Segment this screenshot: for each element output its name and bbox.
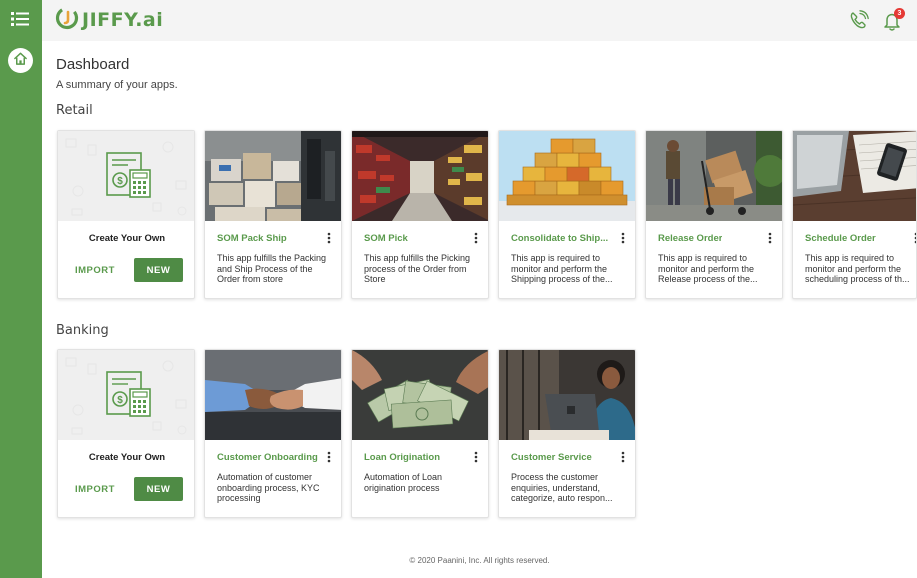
app-title[interactable]: Customer Onboarding xyxy=(217,452,318,463)
app-title[interactable]: SOM Pack Ship xyxy=(217,233,287,244)
app-description: This app is required to monitor and perf… xyxy=(511,253,613,284)
app-title[interactable]: Customer Service xyxy=(511,452,592,463)
calculator-document-icon: $ xyxy=(65,138,187,216)
app-card-som-pick[interactable]: SOM Pick This app fulfills the Picking p… xyxy=(351,130,489,299)
app-card-som-pack-ship[interactable]: SOM Pack Ship This app fulfills the Pack… xyxy=(204,130,342,299)
create-your-own-card-retail: $ Create Your Own IMPORT NEW xyxy=(57,130,195,299)
jiffy-logo[interactable]: JIFFY.ai xyxy=(55,6,163,34)
app-thumbnail-boxes xyxy=(205,131,341,221)
support-phone-icon[interactable] xyxy=(848,9,870,31)
more-options-icon[interactable] xyxy=(472,450,480,464)
home-icon xyxy=(13,51,28,71)
new-app-button[interactable]: NEW xyxy=(134,258,183,282)
left-rail xyxy=(0,0,42,578)
more-options-icon[interactable] xyxy=(472,231,480,245)
import-button[interactable]: IMPORT xyxy=(75,484,115,495)
create-your-own-label: Create Your Own xyxy=(88,452,166,463)
app-thumbnail-delivery xyxy=(646,131,782,221)
page-subtitle: A summary of your apps. xyxy=(56,79,178,91)
create-app-thumbnail: $ xyxy=(58,131,194,221)
menu-list-icon[interactable] xyxy=(11,11,29,27)
app-description: Automation of Loan origination process xyxy=(364,472,443,493)
app-title[interactable]: Release Order xyxy=(658,233,722,244)
create-your-own-label: Create Your Own xyxy=(88,233,166,244)
app-description: This app is required to monitor and perf… xyxy=(805,253,910,284)
more-options-icon[interactable] xyxy=(912,231,916,245)
app-card-consolidate-to-ship[interactable]: Consolidate to Ship... This app is requi… xyxy=(498,130,636,299)
section-title-retail: Retail xyxy=(56,103,93,118)
app-card-customer-service[interactable]: Customer Service Process the customer en… xyxy=(498,349,636,518)
svg-text:$: $ xyxy=(117,176,123,187)
import-button[interactable]: IMPORT xyxy=(75,265,115,276)
more-options-icon[interactable] xyxy=(325,231,333,245)
app-description: Process the customer enquiries, understa… xyxy=(511,472,613,503)
notification-count-badge: 3 xyxy=(894,8,905,19)
app-thumbnail-handshake xyxy=(205,350,341,440)
more-options-icon[interactable] xyxy=(619,450,627,464)
section-title-banking: Banking xyxy=(56,323,109,338)
app-thumbnail-laptop xyxy=(793,131,916,221)
app-title[interactable]: Loan Origination xyxy=(364,452,440,463)
jiffy-logo-mark-icon xyxy=(55,6,79,35)
app-thumbnail-containers xyxy=(499,131,635,221)
more-options-icon[interactable] xyxy=(619,231,627,245)
home-nav-button[interactable] xyxy=(8,48,33,73)
create-your-own-card-banking: $ Create Your Own IMPORT NEW xyxy=(57,349,195,518)
notifications-bell-icon[interactable]: 3 xyxy=(883,8,905,32)
app-card-loan-origination[interactable]: Loan Origination Automation of Loan orig… xyxy=(351,349,489,518)
app-card-release-order[interactable]: Release Order This app is required to mo… xyxy=(645,130,783,299)
new-app-button[interactable]: NEW xyxy=(134,477,183,501)
top-bar: JIFFY.ai 3 xyxy=(42,0,917,41)
app-description: Automation of customer onboarding proces… xyxy=(217,472,320,503)
create-app-thumbnail: $ xyxy=(58,350,194,440)
svg-text:$: $ xyxy=(117,395,123,406)
page-title: Dashboard xyxy=(56,56,130,73)
app-description: This app fulfills the Picking process of… xyxy=(364,253,471,284)
app-title[interactable]: Schedule Order xyxy=(805,233,876,244)
app-card-schedule-order[interactable]: Schedule Order This app is required to m… xyxy=(792,130,917,299)
more-options-icon[interactable] xyxy=(325,450,333,464)
app-description: This app is required to monitor and perf… xyxy=(658,253,758,284)
footer-copyright: © 2020 Paanini, Inc. All rights reserved… xyxy=(409,556,550,565)
app-title[interactable]: Consolidate to Ship... xyxy=(511,233,608,244)
calculator-document-icon: $ xyxy=(65,357,187,435)
app-card-customer-onboarding[interactable]: Customer Onboarding Automation of custom… xyxy=(204,349,342,518)
app-thumbnail-store-aisle xyxy=(352,131,488,221)
main-content: Dashboard A summary of your apps. Retail… xyxy=(42,41,917,578)
logo-text: JIFFY.ai xyxy=(82,9,164,31)
app-thumbnail-cash xyxy=(352,350,488,440)
app-title[interactable]: SOM Pick xyxy=(364,233,408,244)
app-thumbnail-service-agent xyxy=(499,350,635,440)
more-options-icon[interactable] xyxy=(766,231,774,245)
app-description: This app fulfills the Packing and Ship P… xyxy=(217,253,327,284)
